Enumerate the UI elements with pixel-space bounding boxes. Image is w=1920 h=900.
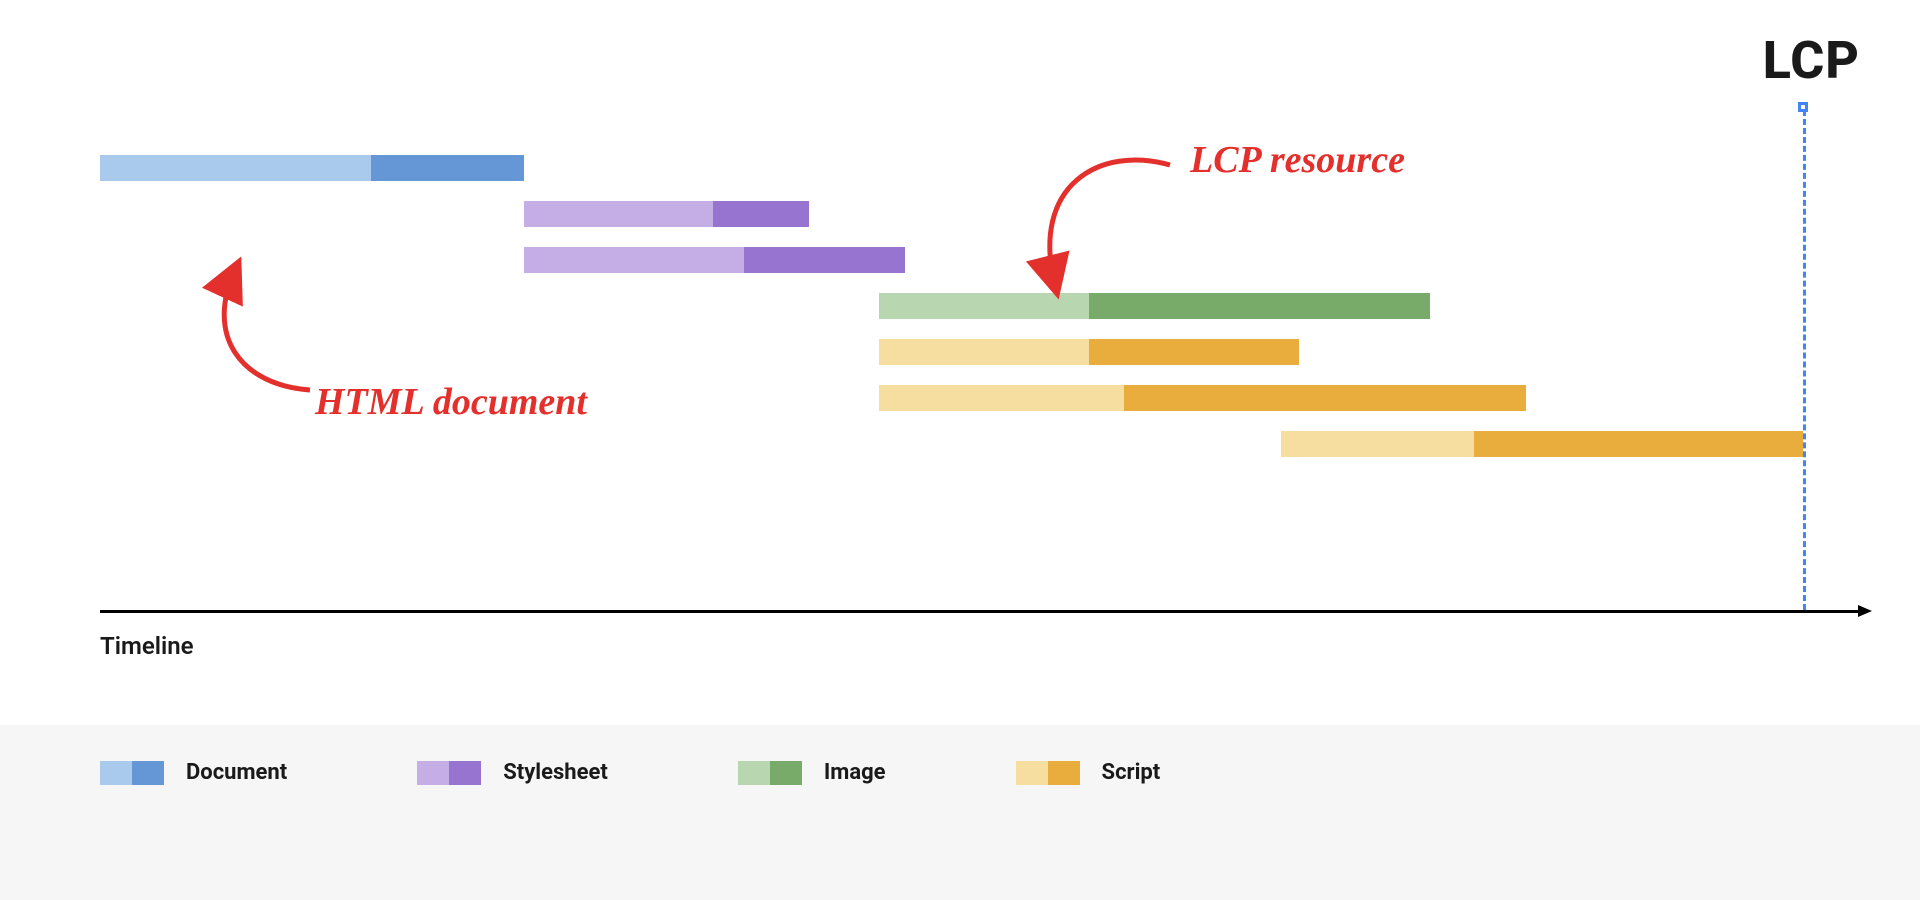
annotation-lcp-resource: LCP resource <box>1190 138 1405 182</box>
timeline-axis-label: Timeline <box>100 632 194 660</box>
legend-swatch-icon <box>1016 761 1080 785</box>
legend-swatch-icon <box>100 761 164 785</box>
legend-swatch-icon <box>738 761 802 785</box>
legend-label: Stylesheet <box>503 760 608 785</box>
arrow-html-document-icon <box>180 225 380 425</box>
bar-stylesheet <box>524 247 906 273</box>
legend: Document Stylesheet Image Script <box>100 760 1160 785</box>
timeline-axis <box>100 610 1860 613</box>
lcp-marker-line <box>1803 110 1806 610</box>
bar-script <box>879 339 1299 365</box>
legend-item-stylesheet: Stylesheet <box>417 760 608 785</box>
bar-script <box>1281 431 1803 457</box>
legend-item-document: Document <box>100 760 287 785</box>
legend-label: Script <box>1102 760 1161 785</box>
legend-swatch-icon <box>417 761 481 785</box>
legend-label: Document <box>186 760 287 785</box>
lcp-marker-box <box>1798 102 1808 112</box>
waterfall-chart: LCP LCP resource HTML document Timeline <box>100 80 1850 680</box>
bar-document <box>100 155 524 181</box>
bar-stylesheet <box>524 201 809 227</box>
legend-item-image: Image <box>738 760 886 785</box>
legend-band <box>0 725 1920 900</box>
lcp-title-label: LCP <box>1763 30 1860 91</box>
legend-label: Image <box>824 760 886 785</box>
timeline-axis-arrowhead-icon <box>1858 605 1872 617</box>
bar-script <box>879 385 1527 411</box>
arrow-lcp-resource-icon <box>1000 145 1200 305</box>
legend-item-script: Script <box>1016 760 1161 785</box>
